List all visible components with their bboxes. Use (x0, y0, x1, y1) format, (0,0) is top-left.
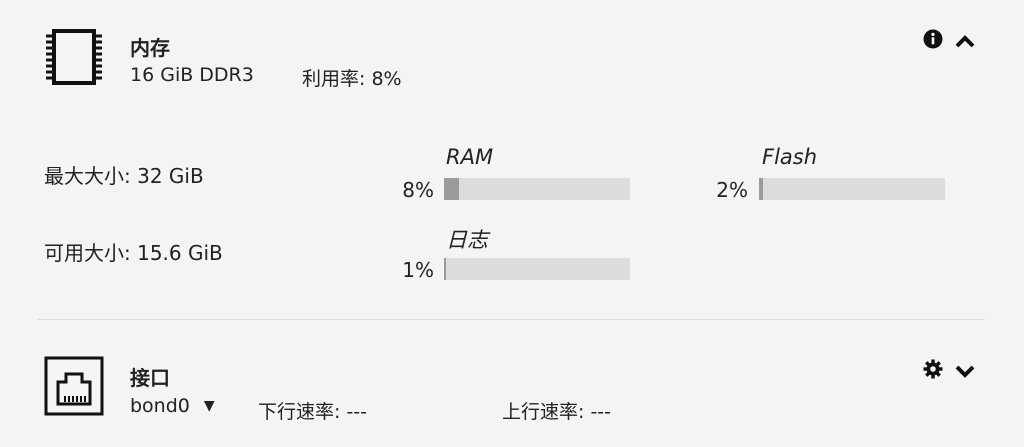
available-size: 可用大小: 15.6 GiB (44, 241, 223, 265)
gear-icon[interactable] (922, 358, 944, 380)
memory-title: 内存 (130, 36, 170, 60)
ram-usage-bar (444, 178, 630, 200)
memory-spec: 16 GiB DDR3 (130, 64, 254, 86)
ram-percent: 8% (402, 178, 434, 202)
memory-usage: 利用率: 8% (302, 68, 402, 90)
chevron-up-icon[interactable] (954, 30, 976, 52)
chevron-down-icon[interactable] (954, 360, 976, 382)
flash-percent: 2% (716, 178, 748, 202)
ram-usage-fill (444, 178, 459, 200)
dropdown-arrow-icon: ▼ (203, 398, 215, 414)
flash-bar-title: Flash (762, 145, 818, 169)
interface-title: 接口 (130, 366, 170, 390)
up-rate: 上行速率: --- (502, 401, 612, 423)
flash-usage-bar (759, 178, 945, 200)
ram-bar-title: RAM (446, 145, 494, 169)
down-rate: 下行速率: --- (258, 401, 368, 423)
flash-usage-fill (759, 178, 763, 200)
ethernet-port-icon (44, 356, 104, 416)
log-percent: 1% (402, 258, 434, 282)
interface-select-value: bond0 (130, 395, 190, 417)
memory-icon (44, 28, 104, 86)
max-size: 最大大小: 32 GiB (44, 164, 204, 188)
log-bar-title: 日志 (446, 228, 488, 252)
info-icon[interactable] (922, 28, 944, 50)
section-divider (38, 319, 985, 320)
log-usage-bar (444, 258, 630, 280)
interface-select[interactable]: bond0 ▼ (130, 395, 215, 417)
log-usage-fill (444, 258, 446, 280)
